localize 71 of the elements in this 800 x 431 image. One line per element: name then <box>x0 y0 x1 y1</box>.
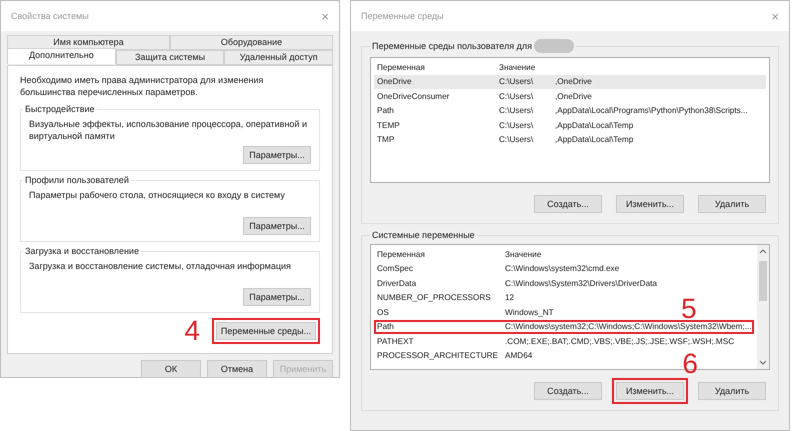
variable-value: AMD64 <box>505 351 532 360</box>
variable-name: Path <box>377 106 394 116</box>
group-title: Системные переменные <box>372 230 475 240</box>
environment-variables-button[interactable]: Переменные среды... <box>216 322 316 340</box>
variable-name: TEMP <box>377 120 400 130</box>
highlighted-row[interactable]: Path C:\Windows\system32;C:\Windows;C:\Windows\System32\Wbem;... <box>374 320 754 334</box>
step-number: 6 <box>682 350 698 378</box>
variable-value: C:\Windows\system32;C:\Windows;C:\Windows\System32\Wbem;... <box>505 322 752 332</box>
step-number: 4 <box>184 317 200 345</box>
group-description: Визуальные эффекты, использование процессора, оперативной и виртуальной памяти <box>29 118 308 142</box>
variable-value: C:\Users\ <box>499 77 534 86</box>
group-title: Переменные среды пользователя для <box>372 41 532 51</box>
window-title: Переменные среды <box>361 11 444 21</box>
variable-value: C:\Users\ <box>499 106 534 116</box>
variable-name: OneDriveConsumer <box>377 92 450 101</box>
scroll-up-icon[interactable] <box>759 248 767 254</box>
dialog-button[interactable]: Создать... <box>534 195 602 213</box>
variable-value: C:\Users\ <box>499 120 534 130</box>
dialog-button[interactable]: ОК <box>141 360 201 378</box>
step-number: 5 <box>681 294 697 322</box>
variable-value: ,OneDrive <box>555 92 592 101</box>
variable-value: ,AppData\Local\Programs\Python\Python38\Scripts... <box>555 106 748 116</box>
tab[interactable]: Удаленный доступ <box>224 50 334 65</box>
window-title: Свойства системы <box>11 11 89 21</box>
variable-value: ,AppData\Local\Temp <box>555 135 634 144</box>
variable-value: 12 <box>505 293 514 302</box>
settings-button[interactable]: Параметры... <box>243 217 311 235</box>
notice-text: Необходимо иметь права администратора для изменения большинства перечисленных параметров. <box>20 74 264 98</box>
tab[interactable]: Защита системы <box>116 50 224 65</box>
variable-name: TMP <box>377 135 394 144</box>
settings-button[interactable]: Параметры... <box>243 288 311 306</box>
dialog-button[interactable]: Изменить... <box>616 382 684 400</box>
dialog-button[interactable]: Удалить <box>698 382 766 400</box>
variable-name: OneDrive <box>377 77 412 86</box>
variable-name: NUMBER_OF_PROCESSORS <box>377 293 491 302</box>
variable-value: C:\Windows\System32\Drivers\DriverData <box>505 278 657 288</box>
group-description: Загрузка и восстановление системы, отладочная информация <box>29 260 292 273</box>
variable-name: Path <box>377 322 394 332</box>
selected-row[interactable]: OneDrive C:\Users\ ,OneDrive <box>374 74 766 89</box>
dialog-button[interactable]: Отмена <box>207 360 267 378</box>
column-header[interactable]: Значение <box>499 62 536 72</box>
tab[interactable]: Имя компьютера <box>7 35 170 50</box>
group-title: Загрузка и восстановление <box>24 246 140 256</box>
group-title: Быстродействие <box>24 104 96 114</box>
column-header[interactable]: Переменная <box>377 62 425 72</box>
scrollbar[interactable] <box>757 245 769 369</box>
tab[interactable]: Оборудование <box>170 35 333 50</box>
redacted-name <box>534 39 574 53</box>
dialog-button[interactable]: Удалить <box>698 195 766 213</box>
variable-value: .COM;.EXE;.BAT;.CMD;.VBS;.VBE;.JS;.JSE;.WSF;.WSH;.MSC <box>505 336 734 346</box>
variable-value: ,OneDrive <box>555 77 592 86</box>
variable-name: ComSpec <box>377 264 413 274</box>
dialog-button[interactable]: Создать... <box>534 382 602 400</box>
variable-name: PATHEXT <box>377 336 414 346</box>
variable-value: C:\Users\ <box>499 92 534 101</box>
variable-name: PROCESSOR_ARCHITECTURE <box>377 351 498 360</box>
dialog-button[interactable]: Изменить... <box>616 195 684 213</box>
variable-value: Windows_NT <box>505 308 554 317</box>
variable-name: DriverData <box>377 278 416 288</box>
settings-button[interactable]: Параметры... <box>243 146 311 164</box>
group-description: Параметры рабочего стола, относящиеся ко входу в систему <box>29 189 286 202</box>
variable-name: OS <box>377 308 389 317</box>
scrollbar-thumb[interactable] <box>759 261 767 301</box>
variable-value: C:\Users\ <box>499 135 534 144</box>
group-title: Профили пользователей <box>24 175 130 185</box>
variable-value: C:\Windows\system32\cmd.exe <box>505 264 620 274</box>
column-header[interactable]: Значение <box>505 250 542 259</box>
variable-value: ,AppData\Local\Temp <box>555 120 634 130</box>
scroll-down-icon[interactable] <box>759 360 767 366</box>
column-header[interactable]: Переменная <box>377 250 425 259</box>
tab[interactable]: Дополнительно <box>7 48 116 64</box>
